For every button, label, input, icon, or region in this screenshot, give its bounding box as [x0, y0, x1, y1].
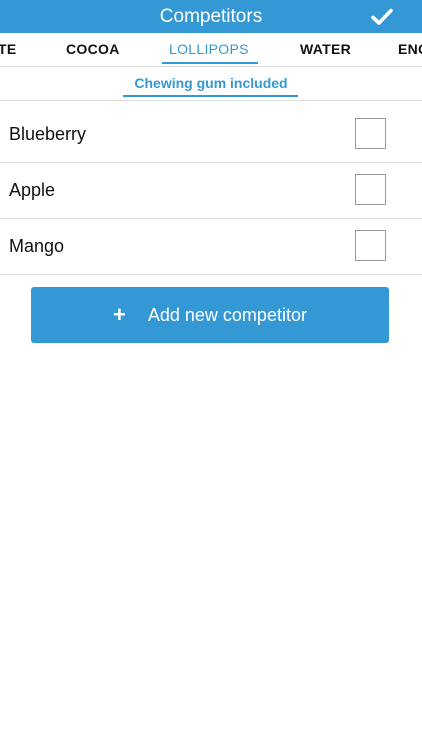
tab-cocoa[interactable]: COCOA	[66, 33, 120, 66]
confirm-button[interactable]	[362, 0, 402, 33]
competitor-list: Blueberry Apple Mango	[0, 107, 422, 275]
active-tab-indicator	[162, 62, 258, 64]
tab-te[interactable]: TE	[0, 33, 17, 66]
active-subtab-indicator	[123, 95, 298, 97]
list-item[interactable]: Blueberry	[0, 107, 422, 163]
competitor-checkbox[interactable]	[355, 174, 386, 205]
page-title: Competitors	[159, 6, 263, 27]
competitor-name: Apple	[9, 180, 56, 200]
header-bar: Competitors	[0, 0, 422, 33]
subcategory-tabs: Chewing gum included	[0, 67, 422, 101]
list-item[interactable]: Mango	[0, 219, 422, 275]
competitor-checkbox[interactable]	[355, 118, 386, 149]
competitor-name: Mango	[9, 236, 65, 256]
plus-icon: +	[113, 302, 126, 327]
add-competitor-label: Add new competitor	[147, 304, 307, 325]
competitor-checkbox[interactable]	[355, 230, 386, 261]
add-competitor-button[interactable]: + Add new competitor	[31, 287, 389, 343]
tab-eng[interactable]: ENG	[398, 33, 422, 66]
list-item[interactable]: Apple	[0, 163, 422, 219]
check-icon	[371, 8, 393, 25]
tab-water[interactable]: WATER	[300, 33, 351, 66]
competitor-name: Blueberry	[9, 124, 87, 144]
